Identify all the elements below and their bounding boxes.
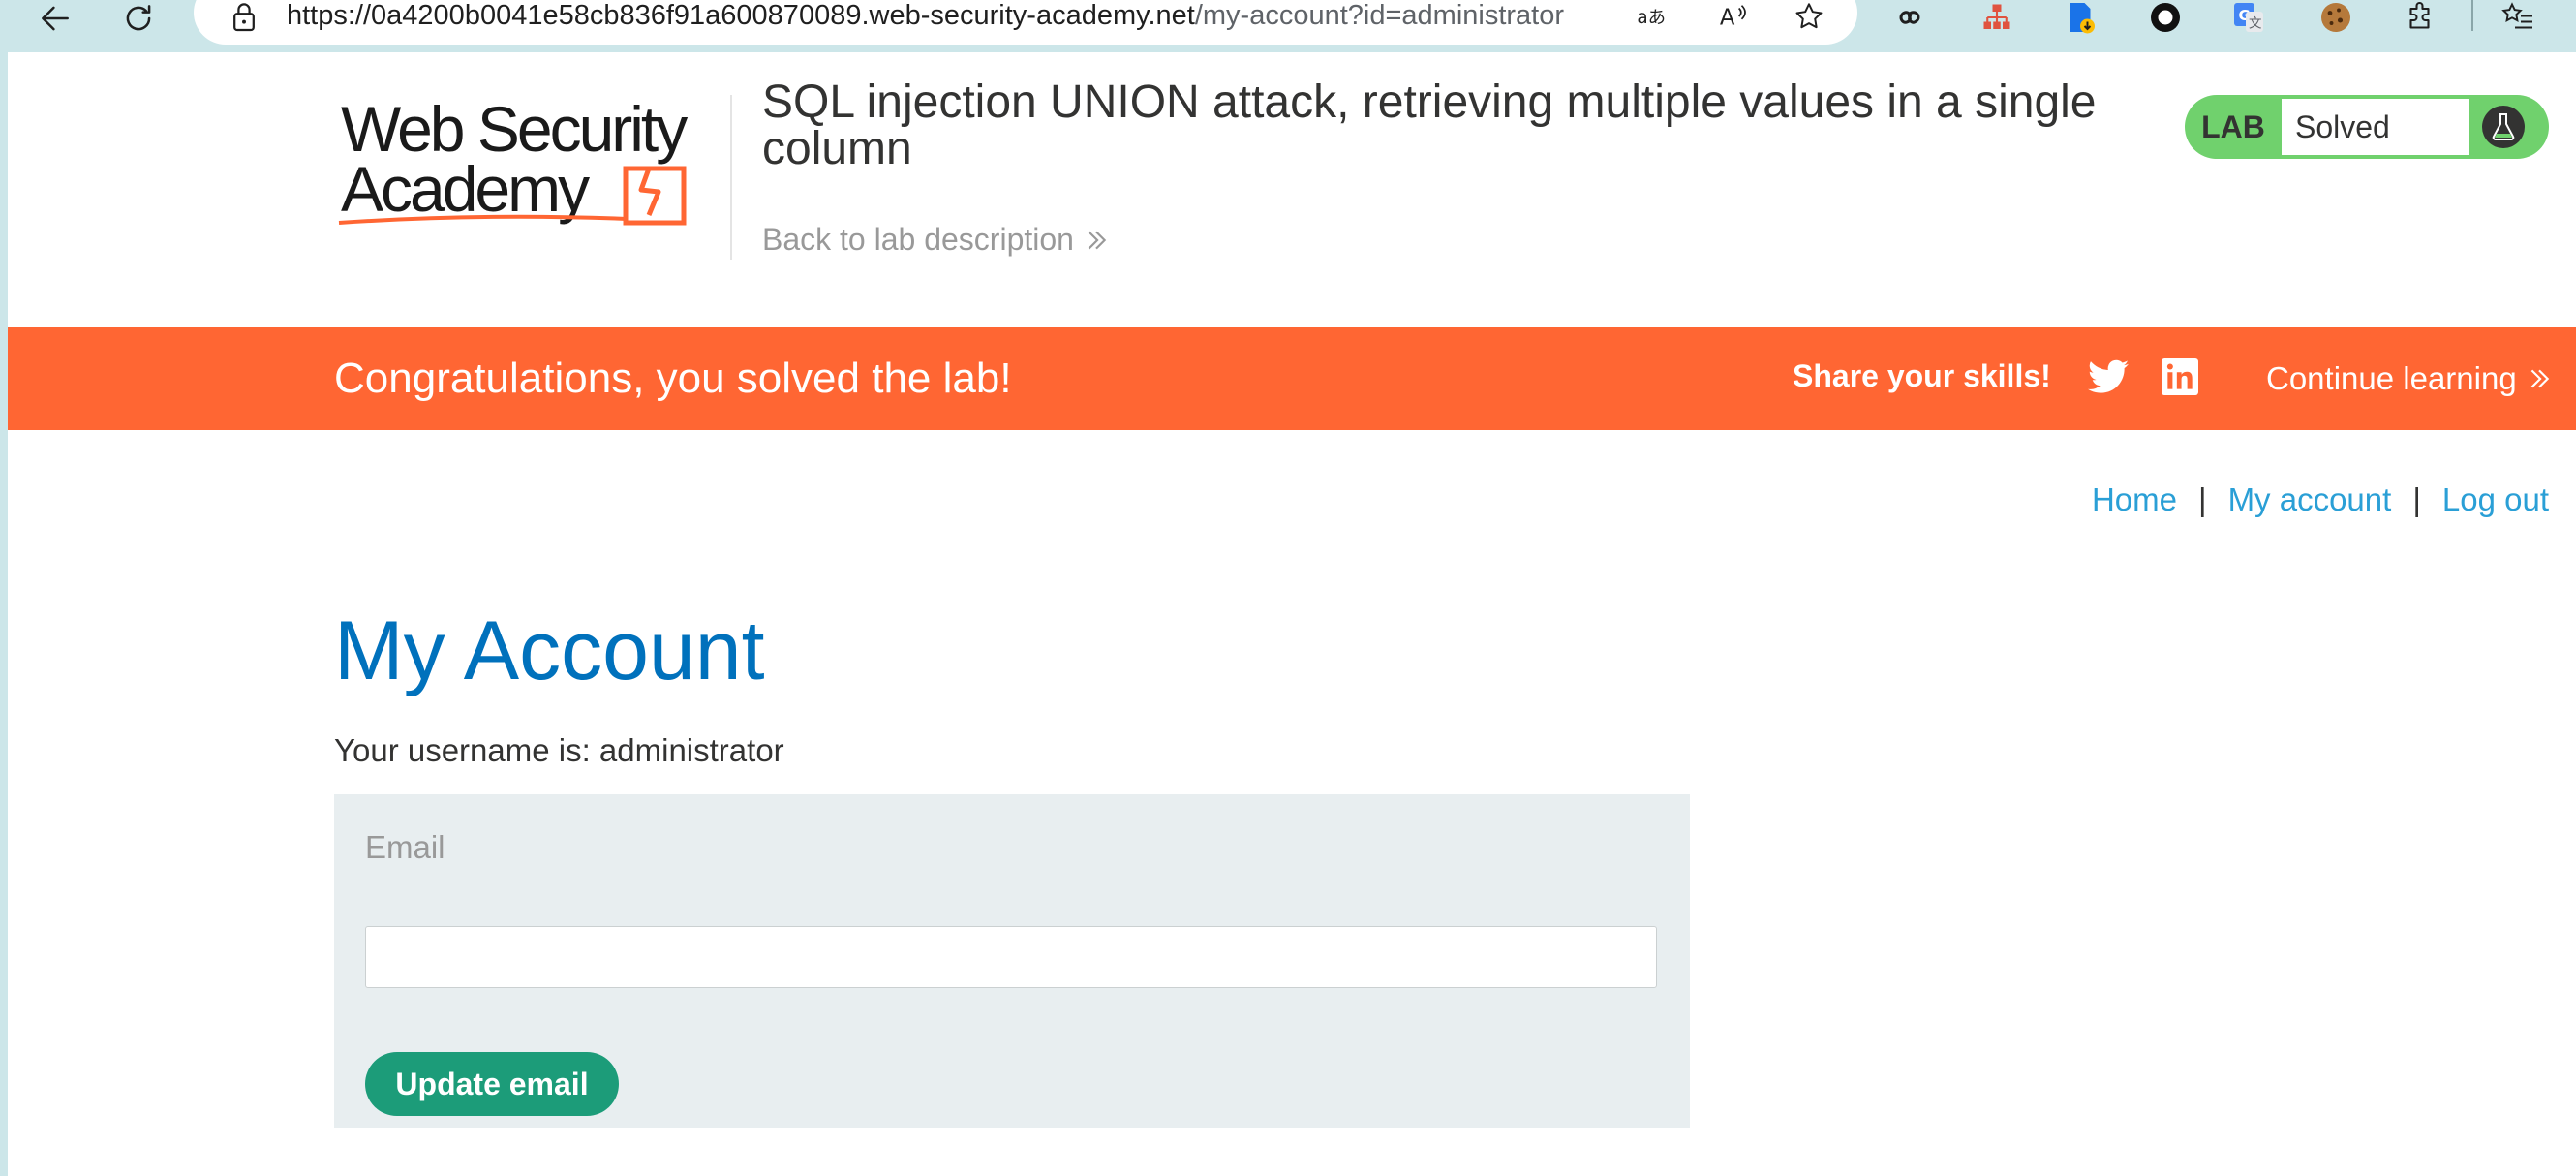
flask-icon — [2482, 106, 2525, 148]
org-chart-icon[interactable] — [1976, 0, 2018, 35]
continue-learning-label: Continue learning — [2266, 360, 2517, 396]
top-nav: Home | My account | Log out — [2092, 481, 2549, 518]
page-title: My Account — [334, 604, 765, 697]
nav-separator: | — [2412, 481, 2421, 517]
username-text: Your username is: administrator — [334, 732, 784, 768]
back-arrow-icon[interactable] — [29, 0, 81, 37]
nav-home-link[interactable]: Home — [2092, 481, 2177, 518]
favorite-star-icon[interactable] — [1792, 0, 1826, 33]
url-text[interactable]: https://0a4200b0041e58cb836f91a600870089… — [287, 0, 1564, 33]
toolbar-divider — [2471, 0, 2473, 31]
double-chevron-right-icon — [1088, 231, 1107, 249]
lab-status-text: Solved — [2282, 99, 2469, 155]
svg-text:文: 文 — [2249, 16, 2262, 32]
header-divider — [730, 95, 732, 260]
email-label: Email — [365, 829, 445, 865]
continue-learning-link[interactable]: Continue learning — [2266, 327, 2552, 430]
logo-text-line2: Academy — [341, 153, 590, 225]
document-download-icon[interactable] — [2059, 0, 2101, 35]
page-content: Web Security Academy SQL injection UNION… — [8, 52, 2576, 1176]
svg-text:aあ: aあ — [1637, 8, 1666, 28]
nav-my-account-link[interactable]: My account — [2228, 481, 2392, 518]
cookie-icon[interactable] — [2315, 0, 2357, 35]
lock-icon[interactable] — [230, 0, 258, 33]
url-host: https://0a4200b0041e58cb836f91a600870089… — [287, 0, 1195, 31]
congratulations-banner: Congratulations, you solved the lab! Sha… — [8, 327, 2576, 430]
circle-icon[interactable] — [2144, 0, 2187, 35]
email-field[interactable] — [365, 926, 1657, 988]
update-email-form: Email Update email — [334, 794, 1690, 1128]
nav-separator: | — [2197, 481, 2207, 517]
favorites-list-icon[interactable] — [2497, 0, 2539, 35]
lab-title: SQL injection UNION attack, retrieving m… — [762, 77, 2097, 174]
read-aloud-icon[interactable]: A — [1716, 0, 1751, 33]
banner-message: Congratulations, you solved the lab! — [334, 355, 1012, 402]
lab-badge: LAB — [2201, 109, 2265, 144]
update-email-button[interactable]: Update email — [365, 1052, 619, 1116]
infinity-icon[interactable] — [1888, 0, 1931, 35]
url-path: /my-account?id=administrator — [1194, 0, 1565, 31]
google-translate-icon[interactable]: G文 — [2227, 0, 2270, 35]
twitter-icon[interactable] — [2088, 358, 2129, 395]
web-security-academy-logo[interactable]: Web Security Academy — [337, 95, 734, 240]
extensions-puzzle-icon[interactable] — [2400, 0, 2442, 35]
share-skills-label: Share your skills! — [1793, 358, 2051, 393]
browser-toolbar: https://0a4200b0041e58cb836f91a600870089… — [0, 0, 2576, 52]
address-bar[interactable]: https://0a4200b0041e58cb836f91a600870089… — [194, 0, 1857, 45]
back-to-lab-description-link[interactable]: Back to lab description — [762, 222, 1109, 258]
double-chevron-right-icon — [2530, 369, 2549, 388]
back-link-label: Back to lab description — [762, 222, 1074, 257]
nav-log-out-link[interactable]: Log out — [2442, 481, 2549, 518]
refresh-icon[interactable] — [112, 0, 165, 37]
browser-frame-edge — [0, 52, 8, 1176]
translate-icon[interactable]: aあ — [1635, 0, 1670, 33]
linkedin-icon[interactable] — [2162, 358, 2198, 395]
lab-status-widget: LAB Solved — [2185, 95, 2549, 159]
svg-text:A: A — [1720, 6, 1735, 31]
